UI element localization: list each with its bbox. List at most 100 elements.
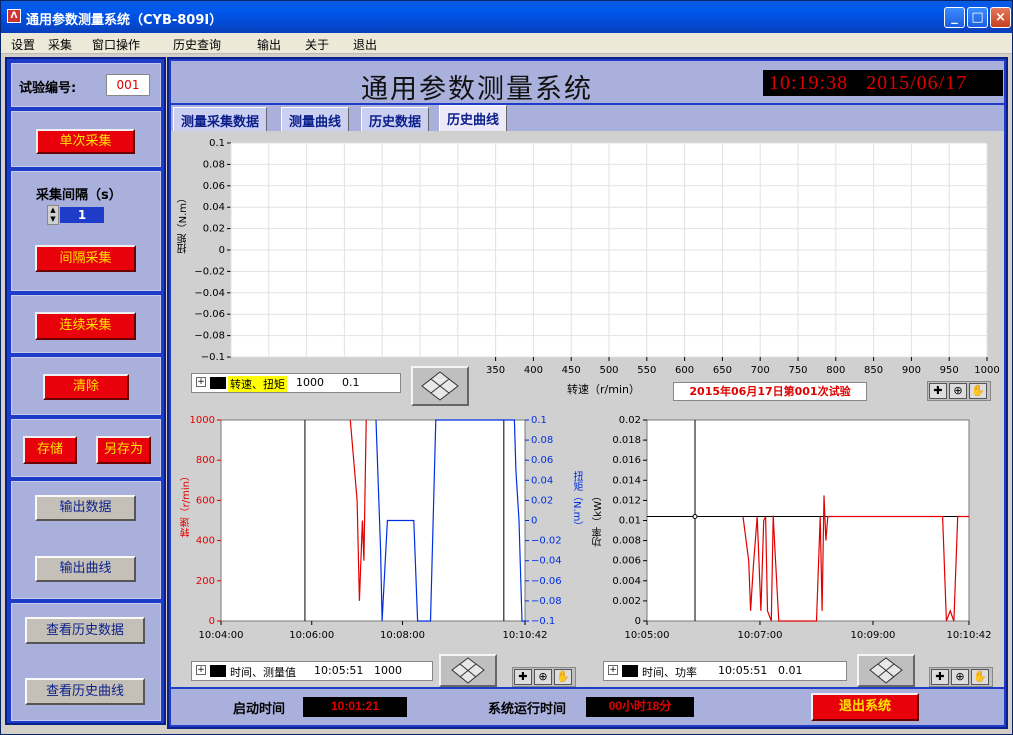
save-section: 存储 另存为 [11, 419, 161, 477]
zoom-icon[interactable]: ⊕ [949, 383, 967, 399]
x-tick-label: 10:10:42 [947, 630, 992, 641]
menu-acquire[interactable]: 采集 [48, 36, 72, 53]
navigator-icon [869, 657, 903, 684]
navigator-icon [451, 657, 485, 684]
x-tick-label: 350 [486, 365, 505, 376]
y-tick-label: 0.01 [619, 516, 641, 527]
continuous-acquire-button[interactable]: 连续采集 [35, 312, 136, 340]
y-tick-label: 1000 [190, 415, 215, 426]
title-bar: Λ 通用参数测量系统（CYB-809I） _ □ × [1, 1, 1012, 33]
x-tick-label: 850 [864, 365, 883, 376]
menu-history[interactable]: 历史查询 [173, 36, 221, 53]
main-panel: 通用参数测量系统 10:19:38 2015/06/17 测量采集数据 测量曲线… [167, 57, 1008, 729]
left-legend[interactable]: + 时间、测量值 10:05:51 1000 [191, 661, 433, 681]
y-tick-label: 0.1 [209, 138, 225, 149]
y-tick-label: 0.006 [612, 556, 641, 567]
run-time-display: 00小时18分 [586, 697, 694, 717]
interval-spinner[interactable]: ▲ ▼ [47, 205, 59, 225]
zoom-icon[interactable]: ⊕ [534, 669, 552, 685]
right-graph-tools: ✚ ⊕ ✋ [929, 667, 993, 687]
y-tick-label: −0.04 [194, 288, 225, 299]
menu-about[interactable]: 关于 [305, 36, 329, 53]
menu-exit[interactable]: 退出 [353, 36, 377, 53]
menu-window[interactable]: 窗口操作 [92, 36, 140, 53]
x-tick-label: 10:08:00 [380, 630, 425, 641]
tab-history-curve[interactable]: 历史曲线 [439, 105, 508, 131]
torque-speed-chart: 0.1 0.08 0.06 0.04 0.02 0 −0.02 −0.04 −0.06 −0.08… [178, 133, 1002, 409]
x-tick-label: 1000 [974, 365, 999, 376]
right-legend[interactable]: + 时间、功率 10:05:51 0.01 [603, 661, 847, 681]
x-tick-label: 450 [562, 365, 581, 376]
tab-measure-curve[interactable]: 测量曲线 [281, 107, 350, 131]
page-title: 通用参数测量系统 [361, 74, 593, 105]
y2-tick-label: −0.04 [531, 556, 562, 567]
expand-icon[interactable]: + [196, 377, 206, 387]
pan-hand-icon[interactable]: ✋ [971, 669, 989, 685]
crosshair-icon[interactable]: ✚ [931, 669, 949, 685]
interval-acquire-button[interactable]: 间隔采集 [35, 245, 136, 272]
right-pan-navigator[interactable] [857, 654, 915, 687]
clear-section: 清除 [11, 357, 161, 415]
x-tick-label: 750 [788, 365, 807, 376]
header: 通用参数测量系统 10:19:38 2015/06/17 [171, 61, 1004, 105]
expand-icon[interactable]: + [608, 665, 618, 675]
status-footer: 启动时间 10:01:21 系统运行时间 00小时18分 退出系统 [171, 689, 1004, 725]
y2-tick-label: 0.06 [531, 455, 553, 466]
menu-output[interactable]: 输出 [257, 36, 281, 53]
save-button[interactable]: 存储 [23, 436, 77, 464]
test-no-field[interactable]: 001 [106, 74, 150, 96]
torque-speed-svg: 0.1 0.08 0.06 0.04 0.02 0 −0.02 −0.04 −0.06 −0.08… [194, 138, 999, 376]
single-acquire-button[interactable]: 单次采集 [36, 129, 135, 154]
menu-settings[interactable]: 设置 [11, 36, 35, 53]
pan-hand-icon[interactable]: ✋ [554, 669, 572, 685]
control-panel: 试验编号: 001 单次采集 采集间隔（s） ▲ ▼ 1 间隔采集 连续采集 清除… [5, 57, 166, 725]
pan-hand-icon[interactable]: ✋ [969, 383, 987, 399]
export-data-button[interactable]: 输出数据 [35, 495, 136, 521]
y-tick-label: 0 [209, 616, 215, 627]
exit-system-button[interactable]: 退出系统 [811, 693, 919, 721]
crosshair-icon[interactable]: ✚ [514, 669, 532, 685]
y-tick-label: −0.06 [194, 309, 225, 320]
cursor-point [692, 513, 698, 519]
close-button[interactable]: × [990, 7, 1011, 28]
interval-section: 采集间隔（s） ▲ ▼ 1 间隔采集 [11, 171, 161, 291]
export-curve-button[interactable]: 输出曲线 [35, 556, 136, 582]
power-y-axis-label: 功率（kW） [593, 491, 604, 547]
y2-tick-label: 0.02 [531, 495, 553, 506]
view-history-curve-button[interactable]: 查看历史曲线 [25, 678, 145, 705]
y-tick-label: 0.018 [612, 435, 641, 446]
y-tick-label: 800 [196, 455, 215, 466]
continuous-section: 连续采集 [11, 295, 161, 353]
right-legend-v1: 10:05:51 [718, 664, 768, 677]
y2-tick-label: 0.08 [531, 435, 553, 446]
tab-history-data[interactable]: 历史数据 [361, 107, 430, 131]
tab-content: 0.1 0.08 0.06 0.04 0.02 0 −0.02 −0.04 −0.06 −0.08… [171, 131, 1004, 687]
top-legend[interactable]: + 转速、扭矩 1000 0.1 [191, 373, 401, 393]
y-tick-label: 0.016 [612, 455, 641, 466]
history-section: 查看历史数据 查看历史曲线 [11, 603, 161, 721]
y-tick-label: 0.06 [203, 181, 225, 192]
clear-button[interactable]: 清除 [43, 374, 129, 400]
left-legend-v2: 1000 [374, 664, 402, 677]
view-history-data-button[interactable]: 查看历史数据 [25, 617, 145, 644]
run-time-label: 系统运行时间 [488, 702, 567, 717]
test-no-label: 试验编号: [19, 81, 77, 96]
start-time-label: 启动时间 [233, 702, 286, 717]
left-legend-v1: 10:05:51 [314, 664, 364, 677]
interval-field[interactable]: 1 [60, 207, 104, 223]
crosshair-icon[interactable]: ✚ [929, 383, 947, 399]
y-tick-label: 0.04 [203, 202, 225, 213]
zoom-icon[interactable]: ⊕ [951, 669, 969, 685]
x-tick-label: 10:09:00 [851, 630, 896, 641]
top-y-axis-label: 扭矩（N.m） [178, 193, 189, 254]
tab-acquire-data[interactable]: 测量采集数据 [173, 107, 268, 131]
left-pan-navigator[interactable] [439, 654, 497, 687]
maximize-button[interactable]: □ [967, 7, 988, 28]
export-section: 输出数据 输出曲线 [11, 481, 161, 599]
top-pan-navigator[interactable] [411, 366, 469, 406]
minimize-button[interactable]: _ [944, 7, 965, 28]
save-as-button[interactable]: 另存为 [96, 436, 151, 464]
expand-icon[interactable]: + [196, 665, 206, 675]
x-tick-label: 700 [751, 365, 770, 376]
y-tick-label: −0.02 [194, 266, 225, 277]
